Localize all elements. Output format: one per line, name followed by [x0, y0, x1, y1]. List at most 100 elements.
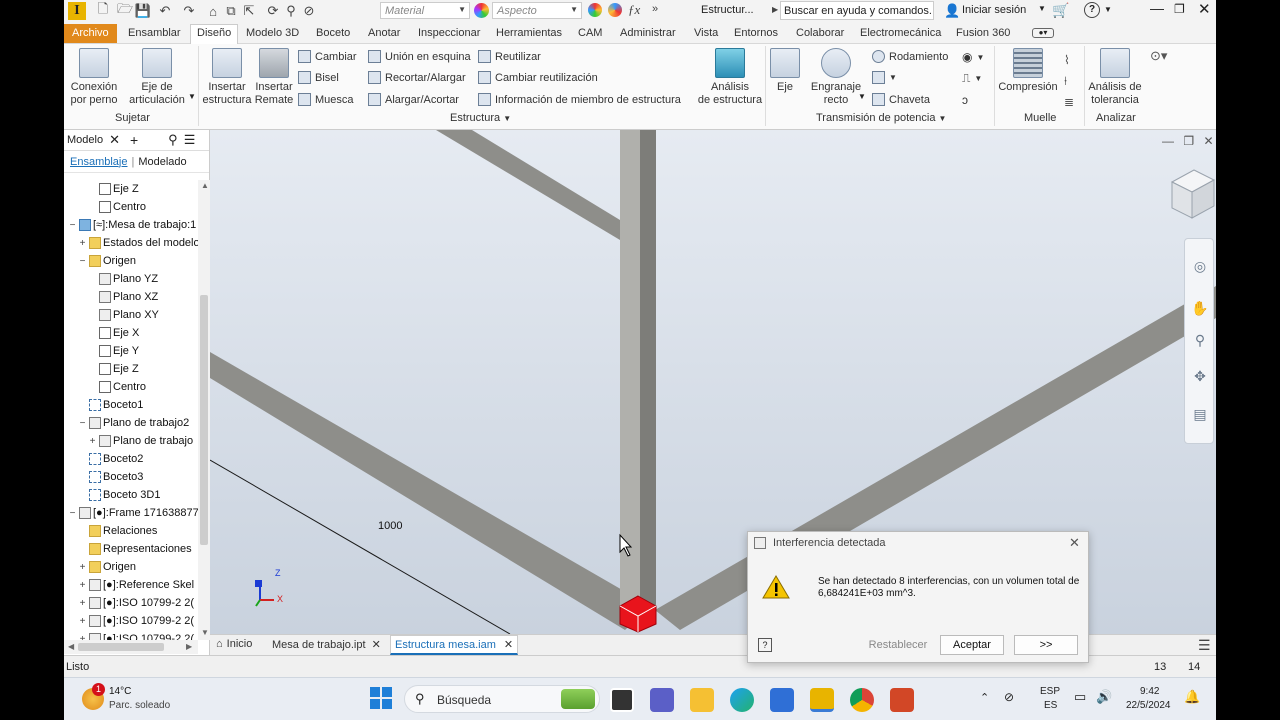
insert-end-cap-button[interactable]: Insertar Remate: [254, 48, 294, 107]
tree-item[interactable]: Eje X: [88, 324, 139, 342]
help-search-input[interactable]: Buscar en ayuda y comandos...: [780, 1, 934, 20]
close-browser-icon[interactable]: ✕: [109, 132, 120, 148]
network-icon[interactable]: ⊘: [1004, 690, 1014, 704]
volume-icon[interactable]: 🔊: [1096, 689, 1112, 705]
tab-entornos[interactable]: Entornos: [728, 25, 784, 41]
accept-button[interactable]: Aceptar: [940, 635, 1004, 655]
tab-cam[interactable]: CAM: [572, 25, 608, 41]
tab-boceto[interactable]: Boceto: [310, 25, 356, 41]
shaft-button[interactable]: Eje: [768, 48, 802, 94]
tab-colaborar[interactable]: Colaborar: [790, 25, 850, 41]
tab-diseno[interactable]: Diseño: [190, 24, 239, 44]
group-transmision[interactable]: Transmisión de potencia ▼: [816, 112, 946, 124]
close-tab-icon[interactable]: ✕: [504, 638, 513, 651]
beam-lower-left[interactable]: [210, 352, 650, 630]
measure-icon[interactable]: ⚲: [282, 2, 300, 20]
minimize-icon[interactable]: —: [1150, 0, 1164, 16]
view-cube-icon[interactable]: [1170, 169, 1216, 219]
tree-item[interactable]: Centro: [88, 378, 146, 396]
viewport-maximize-icon[interactable]: ❐: [1183, 134, 1194, 148]
viewport-minimize-icon[interactable]: —: [1162, 134, 1174, 148]
tab-anotar[interactable]: Anotar: [362, 25, 406, 41]
close-tab-icon[interactable]: ✕: [372, 638, 381, 651]
language-code[interactable]: ESP: [1040, 686, 1060, 697]
tree-item[interactable]: Relaciones: [78, 522, 157, 540]
fx-parameters-icon[interactable]: ƒx: [628, 2, 640, 18]
tabs-menu-icon[interactable]: ☰: [1198, 637, 1211, 654]
tree-item[interactable]: + [●]:ISO 10799-2 2(: [78, 594, 194, 612]
tree-item[interactable]: Plano XZ: [88, 288, 158, 306]
expand-button[interactable]: >>: [1014, 635, 1078, 655]
add-browser-icon[interactable]: +: [130, 132, 138, 148]
pan-icon[interactable]: ✋: [1191, 299, 1209, 317]
save-icon[interactable]: 💾: [134, 2, 152, 20]
more-tools-icon[interactable]: »: [652, 3, 658, 15]
tab-inicio[interactable]: ⌂ Inicio: [216, 638, 252, 650]
tree-expand-icon[interactable]: −: [78, 256, 87, 267]
clear-appearance-icon[interactable]: [608, 3, 622, 17]
ribbon-options-icon[interactable]: ●▾: [1032, 28, 1054, 38]
browser-search-icon[interactable]: ⚲: [168, 132, 178, 148]
home-icon[interactable]: ⌂: [204, 2, 222, 20]
display-icon[interactable]: ▭: [1074, 689, 1086, 705]
browser-scrollbar[interactable]: ▲ ▼: [198, 180, 210, 640]
tree-item[interactable]: Eje Y: [88, 342, 139, 360]
tab-ensamblaje[interactable]: Ensamblaje: [70, 156, 127, 168]
sign-in-link[interactable]: Iniciar sesión: [962, 4, 1026, 16]
change-reuse-button[interactable]: Cambiar reutilización: [478, 71, 598, 84]
tree-item[interactable]: − Plano de trabajo2: [78, 414, 189, 432]
powerpoint-icon[interactable]: [890, 688, 914, 712]
tree-expand-icon[interactable]: +: [78, 562, 87, 573]
tree-item[interactable]: Boceto2: [78, 450, 143, 468]
frame-analysis-button[interactable]: Análisis de estructura: [694, 48, 766, 107]
edge-icon[interactable]: [730, 688, 754, 712]
tray-expand-icon[interactable]: ⌃: [980, 691, 989, 704]
insert-frame-button[interactable]: Insertar estructura: [202, 48, 252, 107]
clock-time[interactable]: 9:42: [1140, 686, 1159, 697]
tree-item[interactable]: − Origen: [78, 252, 136, 270]
tab-inspeccionar[interactable]: Inspeccionar: [412, 25, 486, 41]
scroll-left-icon[interactable]: ◀: [68, 642, 74, 651]
inventor-taskbar-icon[interactable]: [810, 688, 834, 712]
open-file-icon[interactable]: 🗁: [116, 1, 134, 20]
bolted-connection-button[interactable]: Conexión por perno: [68, 48, 120, 107]
tab-electromecanica[interactable]: Electromecánica: [854, 25, 947, 41]
tree-item[interactable]: − [≈]:Mesa de trabajo:1: [68, 216, 196, 234]
cart-icon[interactable]: 🛒: [1052, 2, 1069, 19]
key-button[interactable]: Chaveta: [872, 93, 930, 106]
tab-ensamblar[interactable]: Ensamblar: [122, 25, 187, 41]
frame-member-info-button[interactable]: Información de miembro de estructura: [478, 93, 681, 106]
tab-archivo[interactable]: Archivo: [64, 24, 117, 43]
file-explorer-icon[interactable]: [690, 688, 714, 712]
change-button[interactable]: Cambiar: [298, 50, 357, 63]
clip-button[interactable]: ↄ: [962, 93, 968, 107]
tree-expand-icon[interactable]: +: [78, 238, 87, 249]
tree-expand-icon[interactable]: −: [78, 418, 87, 429]
scroll-thumb[interactable]: [200, 295, 208, 545]
reuse-button[interactable]: Reutilizar: [478, 50, 541, 63]
tab-fusion-360[interactable]: Fusion 360: [950, 25, 1016, 41]
tree-expand-icon[interactable]: −: [68, 220, 77, 231]
beam-top-left[interactable]: [436, 130, 620, 240]
spur-gear-button[interactable]: Engranaje recto: [808, 48, 864, 107]
tree-item[interactable]: + [●]:ISO 10799-2 2(: [78, 612, 194, 630]
tree-expand-icon[interactable]: +: [78, 598, 87, 609]
view-toggle-button[interactable]: ◉ ▼: [962, 50, 984, 64]
close-window-icon[interactable]: ✕: [1198, 0, 1211, 18]
tree-item[interactable]: Boceto 3D1: [78, 486, 160, 504]
tree-item[interactable]: Centro: [88, 198, 146, 216]
notch-button[interactable]: Muesca: [298, 93, 354, 106]
beam-vertical-side[interactable]: [640, 130, 656, 620]
look-at-icon[interactable]: ▤: [1191, 405, 1209, 423]
tree-item[interactable]: Boceto3: [78, 468, 143, 486]
clock-date[interactable]: 22/5/2024: [1126, 700, 1171, 711]
gear-dropdown-icon[interactable]: ▼: [858, 92, 866, 101]
lengthen-shorten-button[interactable]: Alargar/Acortar: [368, 93, 459, 106]
new-file-icon[interactable]: 🗋: [94, 1, 112, 20]
user-icon[interactable]: 👤: [944, 3, 960, 19]
tree-item[interactable]: Plano XY: [88, 306, 159, 324]
taskbar-search[interactable]: ⚲ Búsqueda: [404, 685, 600, 713]
tab-vista[interactable]: Vista: [688, 25, 724, 41]
reset-button[interactable]: Restablecer: [866, 635, 930, 655]
tolerance-analysis-button[interactable]: Análisis de tolerancia: [1086, 48, 1144, 107]
